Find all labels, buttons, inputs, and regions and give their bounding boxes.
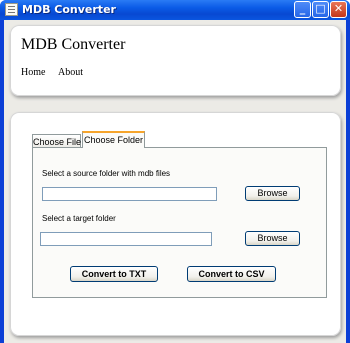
convert-to-csv-button[interactable]: Convert to CSV: [187, 266, 276, 282]
source-folder-label: Select a source folder with mdb files: [42, 169, 171, 178]
target-folder-label: Select a target folder: [42, 214, 116, 223]
page-title: MDB Converter: [21, 36, 126, 53]
source-folder-input[interactable]: [42, 187, 217, 201]
browse-source-button[interactable]: Browse: [245, 186, 300, 201]
convert-to-txt-button[interactable]: Convert to TXT: [70, 266, 158, 282]
window-title: MDB Converter: [22, 3, 116, 16]
header-card: MDB Converter Home About: [10, 25, 341, 96]
window-client-area: MDB Converter Home About Choose File Cho…: [4, 20, 346, 343]
maximize-button[interactable]: □: [312, 1, 329, 18]
minimize-button[interactable]: _: [294, 1, 311, 18]
target-folder-input[interactable]: [40, 232, 212, 246]
content-card: Choose File Choose Folder Select a sourc…: [10, 112, 341, 336]
app-window: MDB Converter _ □ ✕ MDB Converter Home A…: [0, 0, 350, 343]
nav-link-home[interactable]: Home: [21, 67, 45, 78]
choose-folder-panel: Select a source folder with mdb files Br…: [32, 147, 327, 298]
title-bar[interactable]: MDB Converter _ □ ✕: [0, 0, 350, 20]
nav-link-about[interactable]: About: [58, 67, 83, 78]
tab-choose-folder[interactable]: Choose Folder: [82, 131, 145, 148]
close-button[interactable]: ✕: [330, 1, 347, 18]
tab-choose-file[interactable]: Choose File: [32, 134, 81, 148]
app-icon[interactable]: [5, 3, 18, 16]
browse-target-button[interactable]: Browse: [245, 231, 300, 246]
